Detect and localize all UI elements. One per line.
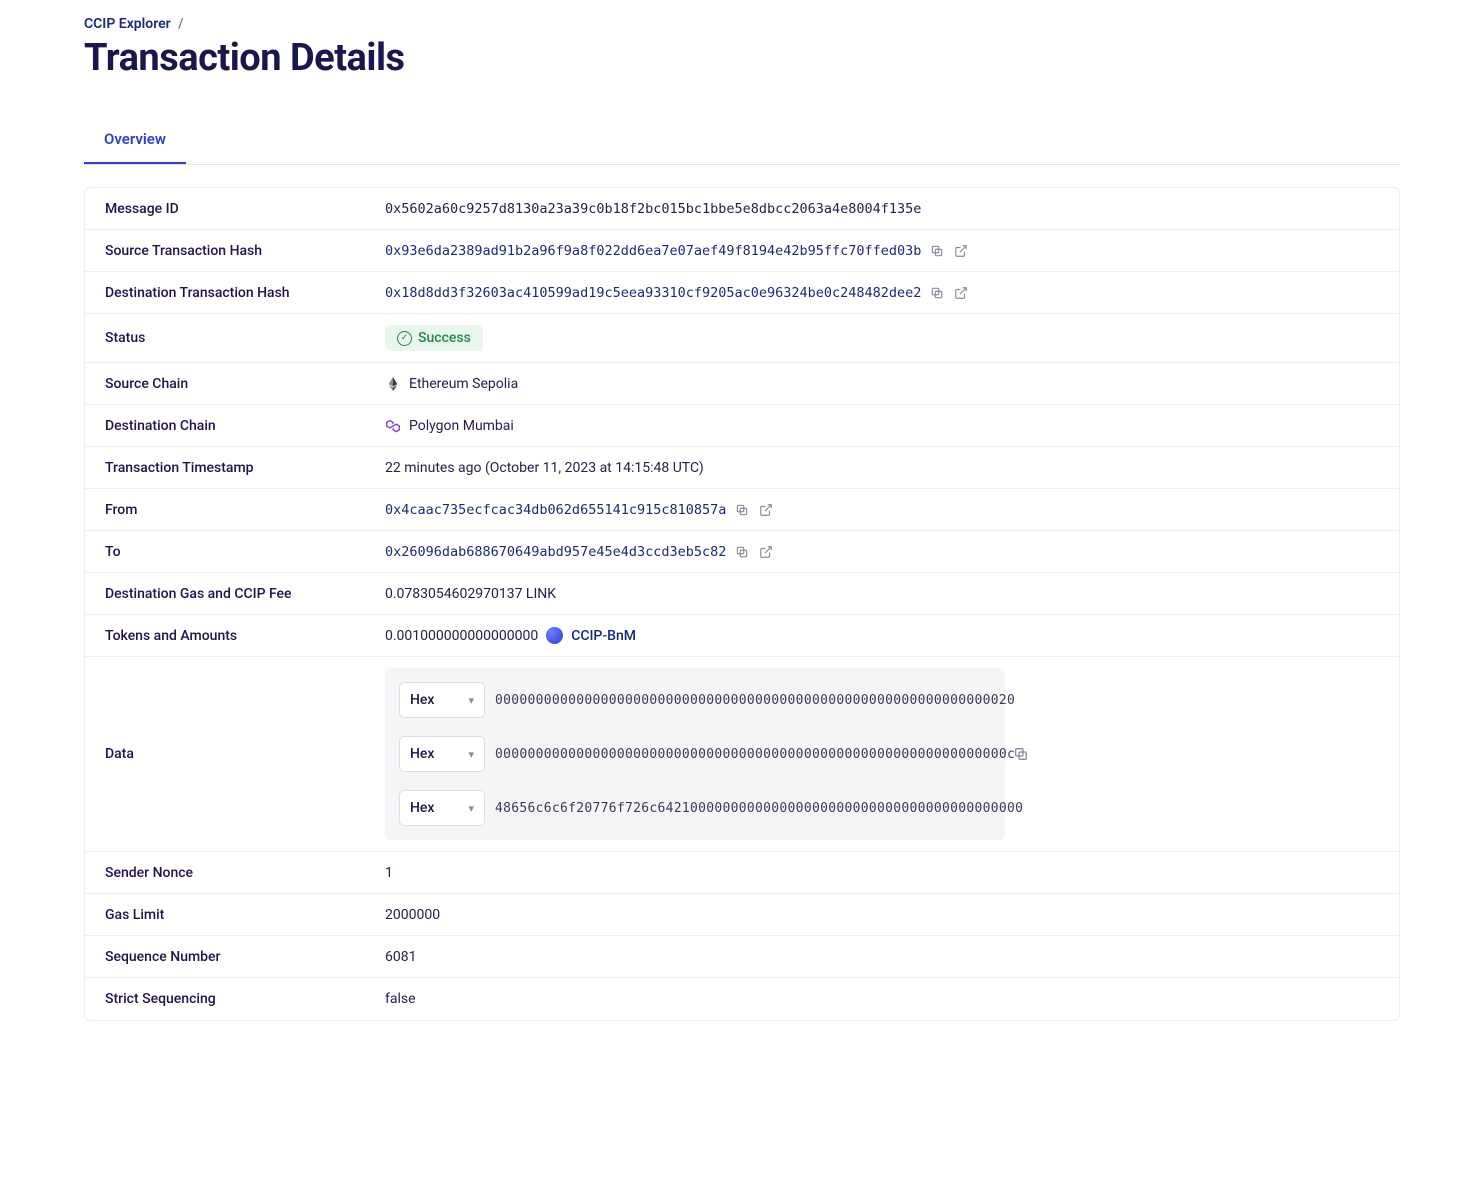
data-hex-0: 0000000000000000000000000000000000000000… [495,693,1023,708]
label-timestamp: Transaction Timestamp [105,460,385,476]
polygon-icon [385,418,401,434]
row-to: To 0x26096dab688670649abd957e45e4d3ccd3e… [85,531,1399,573]
hex-format-select[interactable]: Hex ▾ [399,736,485,772]
data-line-1: Hex ▾ 0000000000000000000000000000000000… [399,736,1023,772]
hex-format-select[interactable]: Hex ▾ [399,682,485,718]
value-from[interactable]: 0x4caac735ecfcac34db062d655141c915c81085… [385,502,726,518]
external-link-icon[interactable] [758,502,774,518]
copy-icon[interactable] [734,502,750,518]
data-box: Hex ▾ 0000000000000000000000000000000000… [385,668,1005,840]
row-timestamp: Transaction Timestamp 22 minutes ago (Oc… [85,447,1399,489]
value-dest-tx[interactable]: 0x18d8dd3f32603ac410599ad19c5eea93310cf9… [385,285,921,301]
value-message-id: 0x5602a60c9257d8130a23a39c0b18f2bc015bc1… [385,201,921,217]
row-strict: Strict Sequencing false [85,978,1399,1020]
external-link-icon[interactable] [953,243,969,259]
details-panel: Message ID 0x5602a60c9257d8130a23a39c0b1… [84,187,1400,1021]
copy-icon[interactable] [734,544,750,560]
tab-overview[interactable]: Overview [84,116,186,164]
chevron-down-icon: ▾ [468,694,474,707]
tabs-bar: Overview [84,116,1400,165]
label-from: From [105,502,385,518]
data-hex-1: 0000000000000000000000000000000000000000… [495,747,1023,762]
label-status: Status [105,330,385,346]
row-from: From 0x4caac735ecfcac34db062d655141c915c… [85,489,1399,531]
row-source-tx: Source Transaction Hash 0x93e6da2389ad91… [85,230,1399,272]
label-strict: Strict Sequencing [105,991,385,1007]
value-gas-fee: 0.0783054602970137 LINK [385,586,556,602]
copy-icon[interactable] [929,243,945,259]
hex-format-select[interactable]: Hex ▾ [399,790,485,826]
page-title: Transaction Details [84,36,1400,80]
value-dest-chain: Polygon Mumbai [409,418,514,434]
copy-icon[interactable] [929,285,945,301]
row-gas-limit: Gas Limit 2000000 [85,894,1399,936]
chevron-down-icon: ▾ [468,748,474,761]
breadcrumb: CCIP Explorer / [84,16,1400,32]
row-status: Status ✓ Success [85,314,1399,363]
external-link-icon[interactable] [758,544,774,560]
label-nonce: Sender Nonce [105,865,385,881]
breadcrumb-separator: / [178,16,183,32]
row-tokens: Tokens and Amounts 0.001000000000000000 … [85,615,1399,657]
label-source-tx: Source Transaction Hash [105,243,385,259]
row-nonce: Sender Nonce 1 [85,852,1399,894]
row-data: Data Hex ▾ 00000000000000000000000000000… [85,657,1399,852]
token-icon [546,627,563,644]
value-strict: false [385,991,416,1007]
status-text: Success [418,330,471,346]
value-seq: 6081 [385,949,416,965]
row-dest-chain: Destination Chain Polygon Mumbai [85,405,1399,447]
label-gas-fee: Destination Gas and CCIP Fee [105,586,385,602]
label-gas-limit: Gas Limit [105,907,385,923]
value-nonce: 1 [385,865,393,881]
value-gas-limit: 2000000 [385,907,440,923]
label-dest-chain: Destination Chain [105,418,385,434]
row-seq: Sequence Number 6081 [85,936,1399,978]
label-data: Data [105,746,385,762]
label-message-id: Message ID [105,201,385,217]
data-hex-2: 48656c6c6f20776f726c64210000000000000000… [495,801,1023,816]
chevron-down-icon: ▾ [468,802,474,815]
data-line-2: Hex ▾ 48656c6c6f20776f726c64210000000000… [399,790,1023,826]
value-source-chain: Ethereum Sepolia [409,376,518,392]
value-token-amount: 0.001000000000000000 [385,628,538,644]
breadcrumb-root[interactable]: CCIP Explorer [84,16,171,32]
row-source-chain: Source Chain Ethereum Sepolia [85,363,1399,405]
data-line-0: Hex ▾ 0000000000000000000000000000000000… [399,682,1023,718]
status-badge: ✓ Success [385,325,483,351]
external-link-icon[interactable] [953,285,969,301]
value-source-tx[interactable]: 0x93e6da2389ad91b2a96f9a8f022dd6ea7e07ae… [385,243,921,259]
label-to: To [105,544,385,560]
value-to[interactable]: 0x26096dab688670649abd957e45e4d3ccd3eb5c… [385,544,726,560]
label-dest-tx: Destination Transaction Hash [105,285,385,301]
label-seq: Sequence Number [105,949,385,965]
check-circle-icon: ✓ [397,331,412,346]
row-gas-fee: Destination Gas and CCIP Fee 0.078305460… [85,573,1399,615]
row-message-id: Message ID 0x5602a60c9257d8130a23a39c0b1… [85,188,1399,230]
label-tokens: Tokens and Amounts [105,628,385,644]
value-token-name[interactable]: CCIP-BnM [571,628,636,644]
ethereum-icon [385,376,401,392]
copy-data-icon[interactable] [1013,746,1029,762]
label-source-chain: Source Chain [105,376,385,392]
row-dest-tx: Destination Transaction Hash 0x18d8dd3f3… [85,272,1399,314]
value-timestamp: 22 minutes ago (October 11, 2023 at 14:1… [385,460,704,476]
